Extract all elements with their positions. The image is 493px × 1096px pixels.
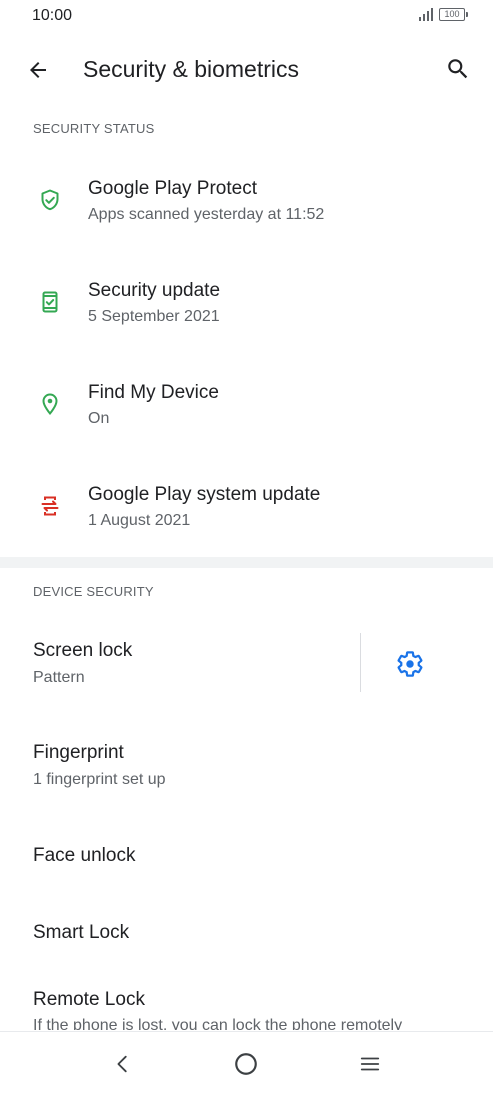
vertical-divider <box>360 633 361 692</box>
gear-icon <box>397 651 423 677</box>
circle-home-icon <box>235 1053 257 1075</box>
arrow-left-icon <box>30 62 46 78</box>
screen: 10:00 100 Security & biometrics SECURITY… <box>0 0 493 1096</box>
list-item-title: Find My Device <box>88 382 219 403</box>
list-item-google-play-system-update[interactable]: Google Play system update 1 August 2021 <box>0 476 493 560</box>
menu-lines-icon <box>360 1057 380 1071</box>
list-item-title: Fingerprint <box>33 742 124 763</box>
search-button[interactable] <box>441 52 475 86</box>
section-divider <box>0 557 493 568</box>
list-item-subtitle: If the phone is lost, you can lock the p… <box>33 1017 403 1030</box>
list-item-title: Remote Lock <box>33 989 145 1010</box>
status-bar: 10:00 100 <box>0 0 493 34</box>
status-icons: 100 <box>419 8 468 21</box>
list-item-title: Face unlock <box>33 845 136 866</box>
nav-home-button[interactable] <box>230 1048 262 1080</box>
battery-icon: 100 <box>439 8 468 21</box>
section-header-device-security: DEVICE SECURITY <box>33 584 154 599</box>
list-item-title: Smart Lock <box>33 922 130 943</box>
section-header-security-status: SECURITY STATUS <box>33 121 155 136</box>
signal-icon <box>419 8 433 21</box>
list-item-subtitle: Pattern <box>33 669 85 686</box>
list-item-find-my-device[interactable]: Find My Device On <box>0 374 493 458</box>
battery-level: 100 <box>444 9 460 19</box>
list-item-subtitle: 1 August 2021 <box>88 512 191 529</box>
list-item-title: Google Play Protect <box>88 178 257 199</box>
list-item-smart-lock[interactable]: Smart Lock <box>0 913 493 953</box>
status-time: 10:00 <box>32 7 73 24</box>
app-bar: Security & biometrics <box>0 44 493 96</box>
list-item-subtitle: 1 fingerprint set up <box>33 771 166 788</box>
list-item-security-update[interactable]: Security update 5 September 2021 <box>0 272 493 356</box>
list-item-face-unlock[interactable]: Face unlock <box>0 836 493 876</box>
location-pin-icon <box>38 392 62 416</box>
list-item-subtitle: Apps scanned yesterday at 11:52 <box>88 206 325 223</box>
list-item-fingerprint[interactable]: Fingerprint 1 fingerprint set up <box>0 734 493 796</box>
list-item-title: Security update <box>88 280 221 301</box>
navigation-bar <box>0 1031 493 1096</box>
search-icon <box>448 59 468 79</box>
chevron-left-icon <box>117 1055 127 1073</box>
page-title: Security & biometrics <box>83 56 300 82</box>
back-button[interactable] <box>22 54 54 86</box>
nav-menu-button[interactable] <box>354 1048 386 1080</box>
list-item-title: Screen lock <box>33 640 133 661</box>
phone-check-icon <box>38 290 62 314</box>
system-update-icon <box>38 494 62 518</box>
list-item-google-play-protect[interactable]: Google Play Protect Apps scanned yesterd… <box>0 170 493 254</box>
list-item-subtitle: 5 September 2021 <box>88 308 220 325</box>
list-item-subtitle: On <box>88 410 110 427</box>
shield-check-icon <box>38 188 62 212</box>
list-item-title: Google Play system update <box>88 484 321 505</box>
screen-lock-settings-button[interactable] <box>394 648 426 680</box>
list-item-remote-lock[interactable]: Remote Lock If the phone is lost, you ca… <box>0 985 493 1030</box>
list-item-screen-lock[interactable]: Screen lock Pattern <box>0 632 360 694</box>
nav-back-button[interactable] <box>107 1048 139 1080</box>
